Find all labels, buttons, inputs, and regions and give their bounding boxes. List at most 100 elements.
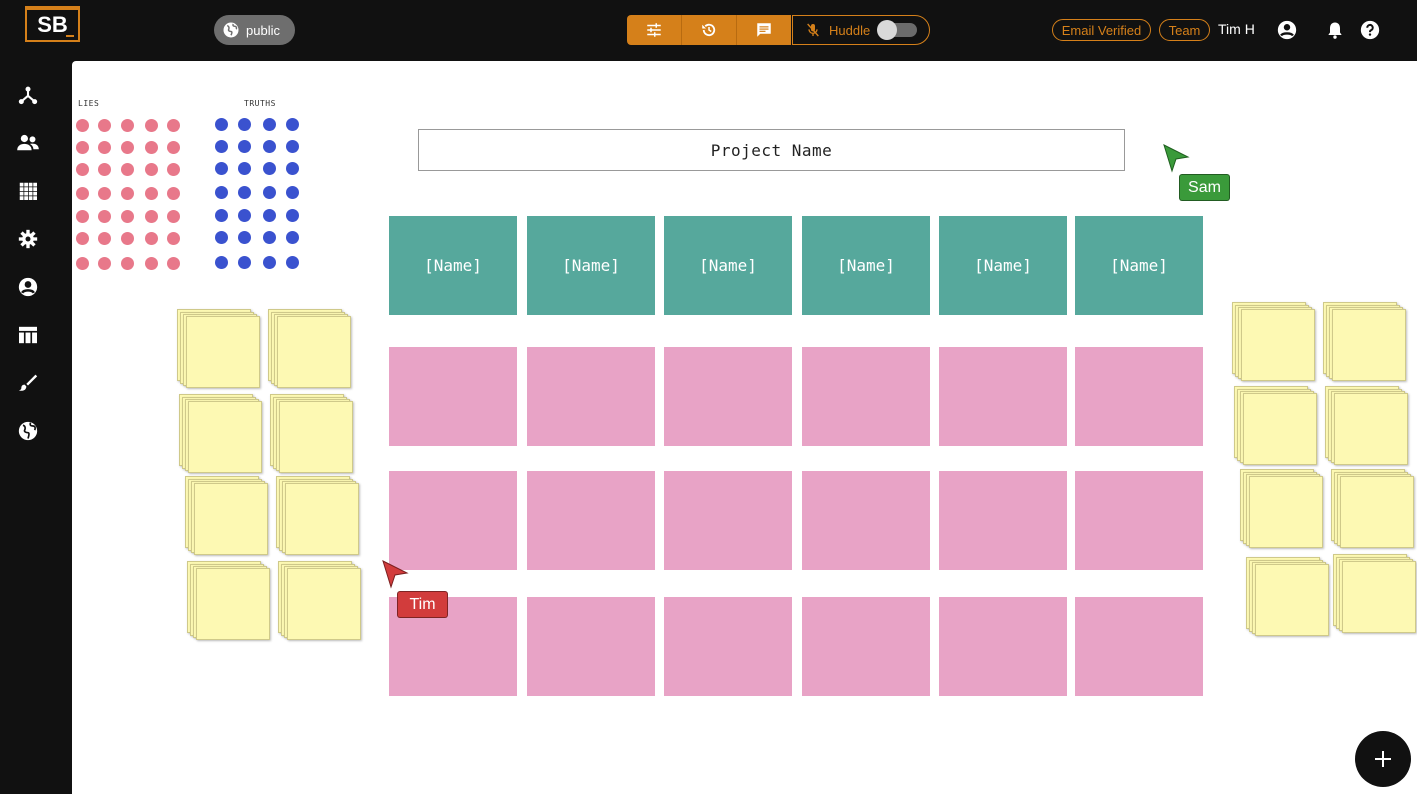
sticky-note-stack[interactable] xyxy=(1234,386,1318,466)
truth-dot[interactable] xyxy=(263,209,276,222)
truth-dot[interactable] xyxy=(263,118,276,131)
globe-icon[interactable] xyxy=(17,420,39,442)
truth-dot[interactable] xyxy=(215,118,228,131)
sticky-note[interactable] xyxy=(194,483,268,555)
lie-dot[interactable] xyxy=(121,232,134,245)
truth-dot[interactable] xyxy=(286,118,299,131)
sticky-note-stack[interactable] xyxy=(187,561,271,641)
lie-dot[interactable] xyxy=(145,187,158,200)
grid-apps-icon[interactable] xyxy=(17,180,39,202)
sticky-note-stack[interactable] xyxy=(1331,469,1415,549)
history-button[interactable] xyxy=(682,15,737,45)
truth-dot[interactable] xyxy=(286,186,299,199)
graph-nodes-icon[interactable] xyxy=(17,84,39,106)
truth-dot[interactable] xyxy=(238,186,251,199)
grid-cell[interactable] xyxy=(802,471,930,570)
lie-dot[interactable] xyxy=(98,232,111,245)
add-button[interactable] xyxy=(1355,731,1411,787)
lie-dot[interactable] xyxy=(167,187,180,200)
sticky-note-stack[interactable] xyxy=(177,309,261,389)
sticky-note[interactable] xyxy=(196,568,270,640)
truth-dot[interactable] xyxy=(263,231,276,244)
huddle-control[interactable]: Huddle xyxy=(792,15,930,45)
lie-dot[interactable] xyxy=(76,257,89,270)
lie-dot[interactable] xyxy=(76,187,89,200)
visibility-toggle[interactable]: public xyxy=(214,15,295,45)
lie-dot[interactable] xyxy=(98,163,111,176)
lie-dot[interactable] xyxy=(76,163,89,176)
sticky-note-stack[interactable] xyxy=(268,309,352,389)
lie-dot[interactable] xyxy=(76,210,89,223)
name-card[interactable]: [Name] xyxy=(1075,216,1203,315)
sticky-note[interactable] xyxy=(1249,476,1323,548)
lie-dot[interactable] xyxy=(167,257,180,270)
truth-dot[interactable] xyxy=(286,209,299,222)
grid-cell[interactable] xyxy=(664,347,792,446)
sticky-note[interactable] xyxy=(285,483,359,555)
grid-cell[interactable] xyxy=(939,347,1067,446)
project-name-box[interactable]: Project Name xyxy=(418,129,1125,171)
sticky-note-stack[interactable] xyxy=(185,476,269,556)
lie-dot[interactable] xyxy=(167,119,180,132)
sticky-note-stack[interactable] xyxy=(1325,386,1409,466)
lie-dot[interactable] xyxy=(145,257,158,270)
lie-dot[interactable] xyxy=(121,163,134,176)
lie-dot[interactable] xyxy=(121,119,134,132)
sticky-note-stack[interactable] xyxy=(1323,302,1407,382)
team-button[interactable]: Team xyxy=(1159,19,1210,41)
sticky-note-stack[interactable] xyxy=(270,394,354,474)
grid-cell[interactable] xyxy=(664,597,792,696)
grid-cell[interactable] xyxy=(1075,471,1203,570)
truth-dot[interactable] xyxy=(215,231,228,244)
truth-dot[interactable] xyxy=(238,162,251,175)
app-logo[interactable]: SB xyxy=(25,6,80,42)
name-card[interactable]: [Name] xyxy=(527,216,655,315)
truth-dot[interactable] xyxy=(238,118,251,131)
sticky-note-stack[interactable] xyxy=(179,394,263,474)
grid-cell[interactable] xyxy=(939,597,1067,696)
truth-dot[interactable] xyxy=(286,162,299,175)
lie-dot[interactable] xyxy=(76,141,89,154)
lie-dot[interactable] xyxy=(145,163,158,176)
name-card[interactable]: [Name] xyxy=(939,216,1067,315)
email-verified-button[interactable]: Email Verified xyxy=(1052,19,1151,41)
sticky-note[interactable] xyxy=(188,401,262,473)
lie-dot[interactable] xyxy=(167,210,180,223)
bell-icon[interactable] xyxy=(1324,19,1346,41)
sticky-note[interactable] xyxy=(277,316,351,388)
truth-dot[interactable] xyxy=(238,256,251,269)
lie-dot[interactable] xyxy=(167,141,180,154)
lie-dot[interactable] xyxy=(76,119,89,132)
truth-dot[interactable] xyxy=(238,209,251,222)
lie-dot[interactable] xyxy=(98,141,111,154)
grid-cell[interactable] xyxy=(527,471,655,570)
sticky-note[interactable] xyxy=(1243,393,1317,465)
sticky-note[interactable] xyxy=(279,401,353,473)
lie-dot[interactable] xyxy=(76,232,89,245)
grid-cell[interactable] xyxy=(389,347,517,446)
help-icon[interactable] xyxy=(1359,19,1381,41)
truth-dot[interactable] xyxy=(263,162,276,175)
sticky-note[interactable] xyxy=(186,316,260,388)
sticky-note-stack[interactable] xyxy=(1246,557,1330,637)
sticky-note[interactable] xyxy=(1332,309,1406,381)
lie-dot[interactable] xyxy=(121,210,134,223)
account-circle-icon[interactable] xyxy=(17,276,39,298)
name-card[interactable]: [Name] xyxy=(389,216,517,315)
chat-button[interactable] xyxy=(737,15,791,45)
sticky-note-stack[interactable] xyxy=(278,561,362,641)
lie-dot[interactable] xyxy=(145,141,158,154)
truth-dot[interactable] xyxy=(286,140,299,153)
truth-dot[interactable] xyxy=(238,140,251,153)
lie-dot[interactable] xyxy=(145,232,158,245)
grid-cell[interactable] xyxy=(1075,597,1203,696)
grid-cell[interactable] xyxy=(939,471,1067,570)
truth-dot[interactable] xyxy=(215,162,228,175)
sticky-note[interactable] xyxy=(1255,564,1329,636)
lie-dot[interactable] xyxy=(145,119,158,132)
sticky-note-stack[interactable] xyxy=(276,476,360,556)
lie-dot[interactable] xyxy=(167,163,180,176)
lie-dot[interactable] xyxy=(121,141,134,154)
truth-dot[interactable] xyxy=(215,140,228,153)
truth-dot[interactable] xyxy=(263,186,276,199)
